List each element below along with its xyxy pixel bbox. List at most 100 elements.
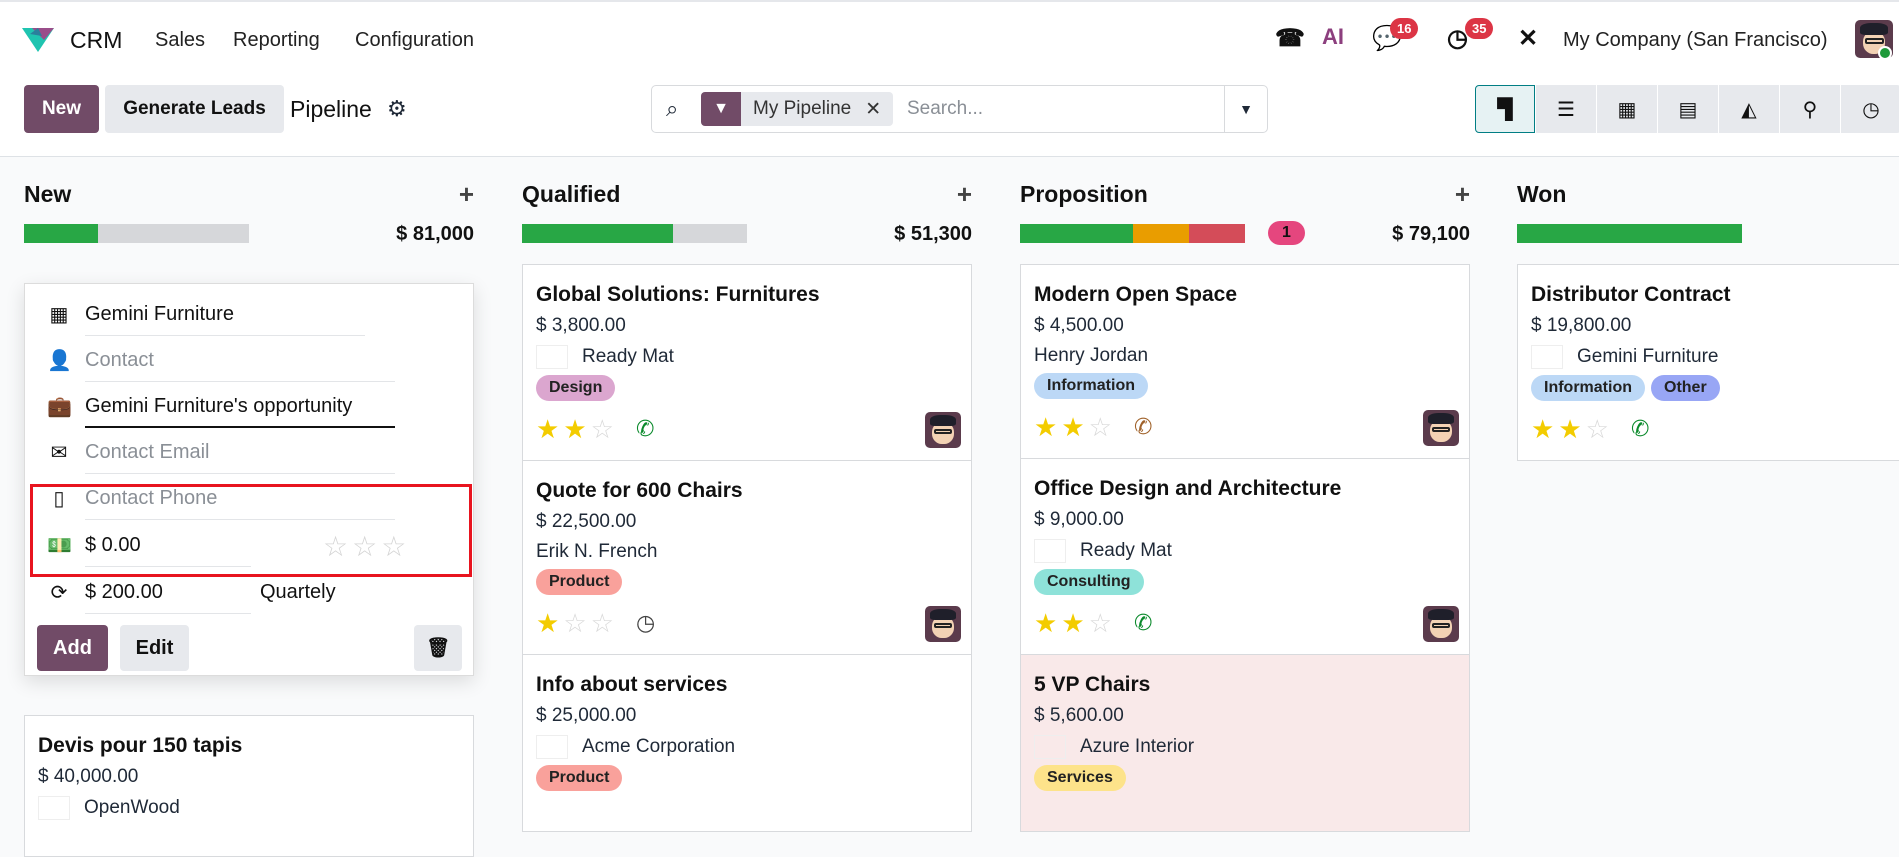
activity-clock-icon[interactable]: ◷ 35	[1447, 18, 1494, 53]
kanban-card[interactable]: Office Design and Architecture $ 9,000.00…	[1020, 458, 1470, 655]
column-progress-bar[interactable]	[522, 224, 747, 243]
contact-email-field[interactable]: Contact Email	[85, 434, 395, 474]
user-icon: 👤	[47, 350, 72, 372]
search-icon[interactable]: ⌕	[666, 96, 678, 122]
column-progress-bar[interactable]	[1020, 224, 1245, 243]
kanban-card[interactable]: Global Solutions: Furnitures $ 3,800.00 Re…	[522, 264, 972, 461]
phone-activity-icon[interactable]: ✆	[1134, 414, 1152, 440]
customer-name: Gemini Furniture	[1577, 346, 1719, 367]
kanban-view-icon[interactable]: ▜	[1475, 85, 1535, 133]
priority-star-icon[interactable]: ★	[536, 416, 559, 442]
kanban-card[interactable]: Info about services $ 25,000.00 Acme Corpo…	[522, 654, 972, 832]
search-input[interactable]	[907, 94, 1207, 124]
card-title: Quote for 600 Chairs	[536, 479, 743, 502]
progress-segment[interactable]	[1188, 224, 1245, 243]
progress-segment[interactable]	[522, 224, 673, 243]
priority-star-icon[interactable]: ★	[563, 416, 586, 442]
menu-sales[interactable]: Sales	[155, 29, 205, 52]
card-title: Info about services	[536, 673, 728, 696]
phone-activity-icon[interactable]: ✆	[636, 416, 654, 442]
progress-segment[interactable]	[1517, 224, 1742, 243]
progress-segment[interactable]	[1020, 224, 1133, 243]
customer-name: Henry Jordan	[1034, 345, 1149, 366]
card-customer: Azure Interior	[1034, 735, 1456, 759]
app-name[interactable]: CRM	[70, 27, 122, 54]
menu-reporting[interactable]: Reporting	[233, 29, 320, 52]
tag-badge: Services	[1034, 765, 1126, 791]
customer-name: Acme Corporation	[582, 736, 736, 757]
customer-name: Ready Mat	[1080, 540, 1172, 561]
recurring-revenue-field[interactable]: $ 200.00	[85, 574, 251, 614]
column-title: Qualified	[522, 181, 621, 207]
priority-star-icon[interactable]: ★	[1531, 416, 1554, 442]
card-title: 5 VP Chairs	[1034, 673, 1151, 696]
opportunity-field[interactable]: Gemini Furniture's opportunity	[85, 388, 395, 428]
gear-icon[interactable]: ⚙	[387, 96, 407, 122]
crm-logo-icon[interactable]	[20, 26, 56, 54]
priority-star-icon[interactable]: ★	[536, 610, 559, 636]
priority-star-icon[interactable]: ★	[1034, 414, 1057, 440]
add-card-plus-icon[interactable]: +	[459, 179, 474, 210]
priority-star-icon[interactable]: ★	[1061, 610, 1084, 636]
priority-star-icon[interactable]: ★	[1558, 416, 1581, 442]
assignee-avatar[interactable]	[1423, 410, 1459, 446]
company-field[interactable]: Gemini Furniture	[85, 296, 365, 336]
column-count-badge[interactable]: 1	[1268, 221, 1305, 245]
assignee-avatar[interactable]	[925, 412, 961, 448]
map-view-icon[interactable]: ⚲	[1780, 85, 1840, 133]
clock-activity-icon[interactable]: ◷	[636, 610, 655, 636]
progress-segment[interactable]	[1132, 224, 1189, 243]
add-card-plus-icon[interactable]: +	[1455, 179, 1470, 210]
phone-activity-icon[interactable]: ✆	[1631, 416, 1649, 442]
priority-star-icon[interactable]: ☆	[1586, 416, 1609, 442]
card-customer: OpenWood	[38, 796, 460, 820]
graph-view-icon[interactable]: ◭	[1719, 85, 1779, 133]
add-card-plus-icon[interactable]: +	[957, 179, 972, 210]
column-progress-bar[interactable]	[24, 224, 249, 243]
tag-badge: Other	[1651, 375, 1720, 401]
trash-icon[interactable]: 🗑	[414, 625, 462, 671]
kanban-card[interactable]: Distributor Contract $ 19,800.00 Gemini Fu…	[1517, 264, 1899, 461]
envelope-icon: ✉	[50, 442, 68, 464]
remove-facet-icon[interactable]: ✕	[865, 98, 881, 121]
generate-leads-button[interactable]: Generate Leads	[105, 85, 284, 133]
tools-icon[interactable]: ✕	[1518, 24, 1538, 53]
card-footer: ★ ★ ☆ ✆	[1034, 409, 1456, 445]
kanban-card[interactable]: 5 VP Chairs $ 5,600.00 Azure Interior Servi…	[1020, 654, 1470, 832]
pivot-view-icon[interactable]: ▤	[1658, 85, 1718, 133]
ai-icon[interactable]: AI	[1322, 24, 1344, 50]
search-options-toggle[interactable]: ▼	[1224, 86, 1267, 132]
priority-star-icon[interactable]: ☆	[591, 416, 614, 442]
card-title: Global Solutions: Furnitures	[536, 283, 820, 306]
activity-view-icon[interactable]: ◷	[1841, 85, 1899, 133]
assignee-avatar[interactable]	[925, 606, 961, 642]
progress-segment[interactable]	[24, 224, 99, 243]
messages-badge: 16	[1390, 18, 1419, 39]
priority-star-icon[interactable]: ☆	[1089, 610, 1112, 636]
kanban-card[interactable]: Quote for 600 Chairs $ 22,500.00 Erik N. F…	[522, 460, 972, 655]
calendar-view-icon[interactable]: ▦	[1597, 85, 1657, 133]
phone-dialer-icon[interactable]: ☎	[1275, 24, 1305, 53]
priority-star-icon[interactable]: ★	[1034, 610, 1057, 636]
assignee-avatar[interactable]	[1423, 606, 1459, 642]
recurring-plan-field[interactable]: Quartely	[260, 581, 336, 604]
messages-icon[interactable]: 💬 16	[1372, 18, 1419, 53]
priority-star-icon[interactable]: ☆	[591, 610, 614, 636]
priority-star-icon[interactable]: ☆	[563, 610, 586, 636]
add-button[interactable]: Add	[37, 625, 108, 671]
menu-configuration[interactable]: Configuration	[355, 29, 474, 52]
customer-logo-icon	[536, 345, 568, 369]
new-button[interactable]: New	[24, 85, 99, 133]
priority-star-icon[interactable]: ☆	[1089, 414, 1112, 440]
kanban-card[interactable]: Devis pour 150 tapis $ 40,000.00 OpenWood	[24, 715, 474, 857]
contact-field[interactable]: Contact	[85, 342, 395, 382]
card-list: Global Solutions: Furnitures $ 3,800.00 Re…	[522, 264, 972, 832]
phone-activity-icon[interactable]: ✆	[1134, 610, 1152, 636]
column-progress-bar[interactable]	[1517, 224, 1742, 243]
edit-button[interactable]: Edit	[120, 625, 189, 671]
card-title: Devis pour 150 tapis	[38, 734, 243, 757]
list-view-icon[interactable]: ☰	[1536, 85, 1596, 133]
kanban-card[interactable]: Modern Open Space $ 4,500.00 Henry Jordan I…	[1020, 264, 1470, 459]
priority-star-icon[interactable]: ★	[1061, 414, 1084, 440]
company-switcher[interactable]: My Company (San Francisco)	[1563, 29, 1828, 52]
